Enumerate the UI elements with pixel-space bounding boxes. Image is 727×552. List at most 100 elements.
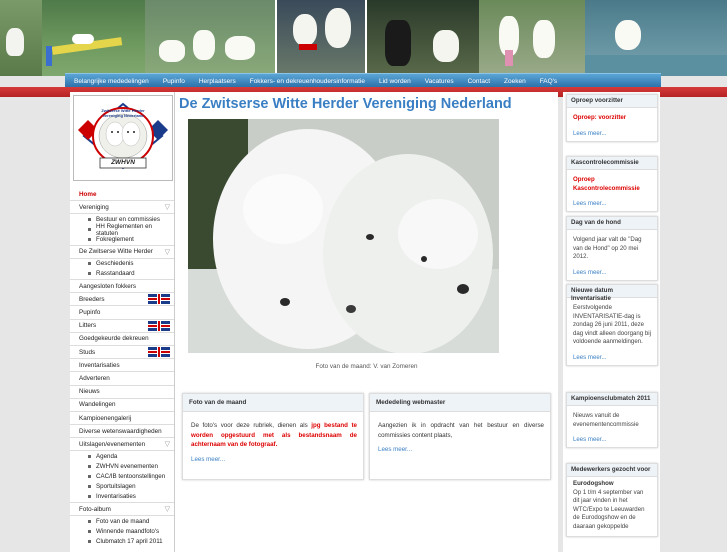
menu-item-uitslagen[interactable]: Uitslagen/evenementen ▽ [70,438,174,452]
menu-sub-reglementen[interactable]: HH Reglementen en statuten [70,223,174,237]
nav-item-belangrijke-mededelingen[interactable]: Belangrijke mededelingen [74,78,149,85]
nav-item-faq[interactable]: FAQ's [540,78,558,85]
main-content: De Zwitserse Witte Herder Vereniging Ned… [175,92,558,552]
menu-sub-cacib[interactable]: CAC/IB tentoonstellingen [70,472,174,482]
menu-label: Foto-album [79,505,111,513]
box-text-a: De foto's voor deze rubriek, dienen als [191,422,308,429]
uk-flag-icon [148,347,170,358]
menu-item-inventarisaties[interactable]: Inventarisaties [70,359,174,373]
menu-sub-inventarisaties[interactable]: Inventarisaties [70,492,174,503]
box-title: Nieuwe datum Inventarisatie [567,285,657,302]
menu-label: Home [79,190,97,198]
nav-item-zoeken[interactable]: Zoeken [504,78,526,85]
box-title: Mededeling webmaster [370,394,550,412]
page-title: De Zwitserse Witte Herder Vereniging Ned… [179,96,512,112]
menu-label: Kampioenengalerij [79,414,132,422]
read-more-link[interactable]: Lees meer... [378,446,412,453]
box-dag-van-de-hond: Dag van de hond Volgend jaar valt de "Da… [566,216,658,281]
menu-item-litters[interactable]: Litters [70,320,174,333]
menu-item-nieuws[interactable]: Nieuws [70,386,174,399]
logo-ring-text: Zwitserse Witte Herder Vereniging Nederl… [101,108,145,118]
menu-label: Litters [79,322,97,330]
puppies-photo [188,119,499,354]
menu-item-wandelingen[interactable]: Wandelingen [70,399,174,412]
box-medewerkers-gezocht: Medewerkers gezocht voor Eurodogshow Op … [566,463,658,537]
banner-photo-3 [145,0,275,76]
menu-label: Diverse wetenswaardigheden [79,427,162,435]
menu-sub-geschiedenis[interactable]: Geschiedenis [70,259,174,269]
box-text: Oproep Kascontrolecommissie [573,176,640,192]
nav-item-fokkers-informatie[interactable]: Fokkers- en dekreuenhoudersinformatie [250,78,365,85]
menu-item-kampioenengalerij[interactable]: Kampioenengalerij [70,412,174,426]
menu-label: Nieuws [79,388,100,396]
logo-text: ZWHVN [111,159,135,166]
menu-label: Pupinfo [79,309,101,316]
chevron-down-icon: ▽ [164,248,170,256]
menu-sub-agenda[interactable]: Agenda [70,451,174,461]
read-more-link[interactable]: Lees meer... [567,433,657,447]
box-text: Volgend jaar valt de "Dag van de Hond" o… [573,236,642,261]
box-foto-van-de-maand: Foto van de maand De foto's voor deze ru… [182,393,364,480]
banner-photo-2 [42,0,145,76]
read-more-link[interactable]: Lees meer... [567,197,657,211]
uk-flag-icon [148,320,170,331]
menu-item-studs[interactable]: Studs [70,346,174,360]
nav-item-vacatures[interactable]: Vacatures [425,78,454,85]
box-title: Kascontrolecommissie [567,157,657,170]
menu-item-goedgekeurde-dekreuen[interactable]: Goedgekeurde dekreuen [70,333,174,346]
nav-item-herplaatsers[interactable]: Herplaatsers [199,78,236,85]
menu-sub-foto-van-de-maand[interactable]: Foto van de maand [70,516,174,526]
box-title: Dag van de hond [567,217,657,230]
chevron-down-icon: ▽ [164,204,170,212]
menu-item-pupinfo[interactable]: Pupinfo [70,306,174,320]
menu-label: Goedgekeurde dekreuen [79,335,149,343]
top-navigation: Belangrijke mededelingen Pupinfo Herplaa… [65,73,661,88]
read-more-link[interactable]: Lees meer... [567,351,657,365]
box-text: Oproep: voorzitter [573,114,627,121]
nav-item-pupinfo[interactable]: Pupinfo [163,78,185,85]
menu-sub-winnende-maandfotos[interactable]: Winnende maandfoto's [70,526,174,536]
chevron-down-icon: ▽ [164,441,170,449]
box-text: Eurodogshow Op 1 t/m 4 september van dit… [567,477,657,536]
menu-item-diverse[interactable]: Diverse wetenswaardigheden [70,425,174,439]
box-kampioensclubmatch: Kampioensclubmatch 2011 Nieuws vanuit de… [566,392,658,449]
header-banner [0,0,727,76]
box-oproep-voorzitter: Oproep voorzitter Oproep: voorzitter Lee… [566,94,658,142]
menu-label: Wandelingen [79,401,116,409]
menu-sub-zwhvn-evenementen[interactable]: ZWHVN evenementen [70,462,174,472]
box-kascontrolecommissie: Kascontrolecommissie Oproep Kascontrolec… [566,156,658,213]
box-text: Aangezien ik in opdracht van het bestuur… [378,422,544,439]
banner-photo-7 [585,0,727,76]
menu-sub-sportuitslagen[interactable]: Sportuitslagen [70,482,174,492]
box-subtitle: Eurodogshow [573,480,614,487]
menu-item-home[interactable]: Home [70,188,174,202]
nav-item-contact[interactable]: Contact [468,78,490,85]
read-more-link[interactable]: Lees meer... [191,456,225,463]
menu-item-vereniging[interactable]: Vereniging ▽ [70,201,174,215]
photo-of-the-month [188,119,499,354]
box-text: De foto's voor deze rubriek, dienen als … [191,421,357,450]
menu-item-aangesloten-fokkers[interactable]: Aangesloten fokkers [70,280,174,294]
menu-label: De Zwitserse Witte Herder [79,248,153,256]
club-logo[interactable]: Zwitserse Witte Herder Vereniging Nederl… [73,95,173,181]
menu-label: Adverteren [79,374,110,382]
menu-item-zwh[interactable]: De Zwitserse Witte Herder ▽ [70,246,174,259]
menu-label: Inventarisaties [79,361,120,369]
read-more-link[interactable]: Lees meer... [567,266,657,280]
menu-label: Aangesloten fokkers [79,282,137,290]
box-text: Eerstvolgende INVENTARISATIE-dag is zond… [573,304,651,346]
menu-item-breeders[interactable]: Breeders [70,293,174,307]
menu-label: Studs [79,348,96,356]
box-nieuwe-datum-inventarisatie: Nieuwe datum Inventarisatie Eerstvolgend… [566,284,658,366]
menu-sub-rasstandaard[interactable]: Rasstandaard [70,269,174,281]
nav-item-lid-worden[interactable]: Lid worden [379,78,411,85]
photo-caption: Foto van de maand: V. van Zomeren [315,363,418,370]
chevron-down-icon: ▽ [164,506,170,514]
menu-label: Uitslagen/evenementen [79,440,146,448]
read-more-link[interactable]: Lees meer... [567,127,657,141]
menu-item-foto-album[interactable]: Foto-album ▽ [70,503,174,517]
box-title: Medewerkers gezocht voor [567,464,657,477]
banner-photo-4 [275,0,367,76]
menu-item-adverteren[interactable]: Adverteren [70,372,174,386]
banner-photo-6 [479,0,585,76]
